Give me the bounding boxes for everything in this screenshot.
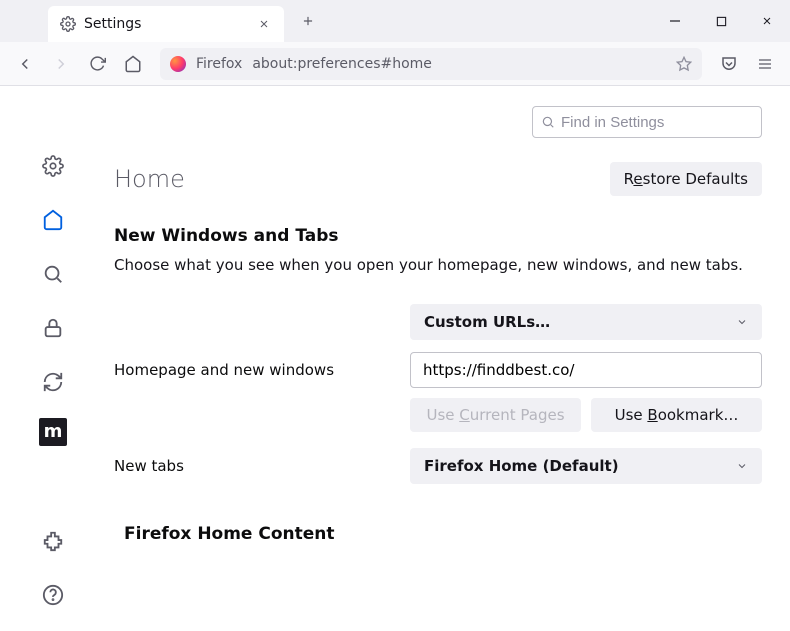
search-icon [541, 115, 555, 129]
sidebar-item-ext[interactable]: m [39, 418, 67, 446]
chevron-down-icon [736, 316, 748, 328]
chevron-down-icon [736, 460, 748, 472]
close-icon[interactable] [256, 16, 272, 32]
titlebar: Settings [0, 0, 790, 42]
forward-button[interactable] [44, 48, 78, 80]
minimize-button[interactable] [652, 0, 698, 42]
sidebar-item-help[interactable] [35, 577, 71, 613]
homepage-label: Homepage and new windows [114, 361, 394, 379]
ext-icon-letter: m [44, 423, 63, 441]
restore-defaults-button[interactable]: Restore Defaults [610, 162, 762, 196]
content-area: m Home Restore Defaults [0, 86, 790, 631]
use-current-pages-button[interactable]: Use Current Pages [410, 398, 581, 432]
browser-window: Settings [0, 0, 790, 631]
window-controls [652, 0, 790, 42]
select-value: Firefox Home (Default) [424, 457, 619, 475]
homepage-mode-select[interactable]: Custom URLs… [410, 304, 762, 340]
settings-sidebar: m [0, 86, 106, 631]
newtabs-select[interactable]: Firefox Home (Default) [410, 448, 762, 484]
firefox-icon [170, 56, 186, 72]
tab-title: Settings [84, 16, 248, 32]
select-value: Custom URLs… [424, 313, 550, 331]
window-close-button[interactable] [744, 0, 790, 42]
section-subtitle: Choose what you see when you open your h… [114, 256, 762, 274]
settings-search[interactable] [532, 106, 762, 138]
back-button[interactable] [8, 48, 42, 80]
gear-icon [60, 16, 76, 32]
app-menu-button[interactable] [748, 48, 782, 80]
tab-settings[interactable]: Settings [48, 6, 284, 42]
new-tab-button[interactable] [294, 7, 322, 35]
section-title-new-windows: New Windows and Tabs [114, 226, 762, 246]
urlbar-identity: Firefox [196, 56, 242, 72]
homepage-url-input[interactable] [410, 352, 762, 388]
home-button[interactable] [116, 48, 150, 80]
section-title-home-content: Firefox Home Content [124, 524, 762, 544]
sidebar-item-search[interactable] [35, 256, 71, 292]
toolbar: Firefox about:preferences#home [0, 42, 790, 86]
use-bookmark-button[interactable]: Use Bookmark… [591, 398, 762, 432]
sidebar-item-sync[interactable] [35, 364, 71, 400]
bookmark-star-icon[interactable] [676, 56, 692, 72]
settings-page: Home Restore Defaults New Windows and Ta… [106, 86, 790, 631]
sidebar-item-extensions[interactable] [35, 523, 71, 559]
pocket-button[interactable] [712, 48, 746, 80]
maximize-button[interactable] [698, 0, 744, 42]
reload-button[interactable] [80, 48, 114, 80]
page-title: Home [114, 165, 610, 193]
url-bar[interactable]: Firefox about:preferences#home [160, 48, 702, 80]
sidebar-item-general[interactable] [35, 148, 71, 184]
urlbar-address: about:preferences#home [252, 56, 666, 72]
sidebar-item-home[interactable] [35, 202, 71, 238]
sidebar-item-privacy[interactable] [35, 310, 71, 346]
settings-search-input[interactable] [561, 114, 760, 131]
newtabs-label: New tabs [114, 457, 394, 475]
